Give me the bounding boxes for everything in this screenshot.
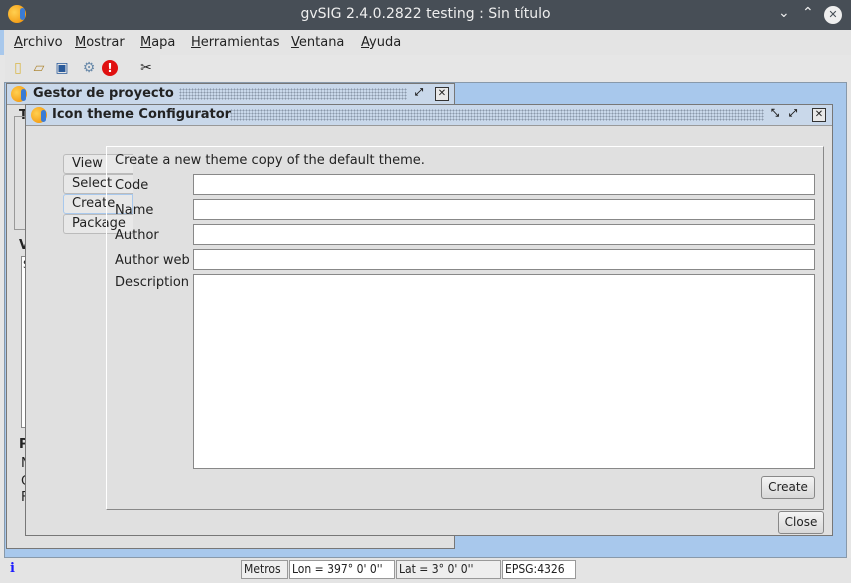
longitude-cell: Lon = 397° 0' 0'' (289, 560, 395, 579)
author-web-input[interactable] (193, 249, 815, 270)
info-icon[interactable]: i (10, 561, 15, 576)
icon-config-titlebar[interactable]: Icon theme Configurator ⤡ ⤢ ✕ (26, 105, 832, 126)
desktop-area: Gestor de proyecto ⤢ ✕ T V S P N C F Ico… (4, 82, 847, 558)
title-bar: gvSIG 2.4.0.2822 testing : Sin título ⌄ … (0, 0, 851, 30)
tools-icon[interactable]: ✂ (135, 57, 157, 79)
panel-heading: Create a new theme copy of the default t… (115, 153, 425, 168)
menu-mapa[interactable]: Mapa (140, 35, 175, 50)
menu-herramientas[interactable]: Herramientas (191, 35, 280, 50)
author-input[interactable] (193, 224, 815, 245)
maximize-icon[interactable]: ⤢ (786, 108, 800, 122)
toolbar: ▯ ▱ ▣ ⚙ ! ✂ (5, 55, 160, 82)
save-project-icon[interactable]: ▣ (51, 57, 73, 79)
close-button[interactable]: Close (778, 511, 824, 534)
menu-ventana[interactable]: Ventana (291, 35, 344, 50)
maximize-icon[interactable]: ⤢ (412, 87, 426, 101)
latitude-cell: Lat = 3° 0' 0'' (396, 560, 501, 579)
window-title: Gestor de proyecto (33, 86, 174, 101)
code-input[interactable] (193, 174, 815, 195)
menu-mostrar[interactable]: Mostrar (75, 35, 125, 50)
author-label: Author (115, 228, 159, 243)
gvsig-logo-icon (11, 86, 27, 102)
preferences-icon[interactable]: ⚙ (78, 57, 100, 79)
window-title: Icon theme Configurator (52, 107, 232, 122)
minimize-button[interactable]: ⌄ (778, 5, 790, 21)
menu-archivo[interactable]: Archivo (14, 35, 63, 50)
menu-ayuda[interactable]: Ayuda (361, 35, 401, 50)
maximize-button[interactable]: ⌃ (802, 5, 814, 21)
author-web-label: Author web (115, 253, 190, 268)
create-panel: Create a new theme copy of the default t… (106, 146, 824, 510)
window-title: gvSIG 2.4.0.2822 testing : Sin título (300, 6, 551, 22)
close-icon[interactable]: ✕ (812, 108, 826, 122)
menu-bar: Archivo Mostrar Mapa Herramientas Ventan… (0, 30, 851, 55)
close-icon[interactable]: ✕ (435, 87, 449, 101)
close-window-button[interactable]: ✕ (824, 6, 842, 24)
code-label: Code (115, 178, 149, 193)
crs-cell[interactable]: EPSG:4326 (502, 560, 576, 579)
error-icon[interactable]: ! (102, 60, 118, 76)
new-project-icon[interactable]: ▯ (7, 57, 29, 79)
name-input[interactable] (193, 199, 815, 220)
restore-icon[interactable]: ⤡ (768, 108, 782, 122)
gvsig-logo-icon (31, 107, 47, 123)
description-label: Description (115, 275, 190, 290)
description-textarea[interactable] (193, 274, 815, 469)
name-label: Name (115, 203, 154, 218)
open-project-icon[interactable]: ▱ (28, 57, 50, 79)
icon-theme-configurator-window: Icon theme Configurator ⤡ ⤢ ✕ View Selec… (25, 104, 833, 536)
units-cell: Metros (241, 560, 288, 579)
status-bar: i Metros Lon = 397° 0' 0'' Lat = 3° 0' 0… (0, 558, 851, 583)
project-manager-titlebar[interactable]: Gestor de proyecto ⤢ ✕ (7, 84, 454, 105)
create-button[interactable]: Create (761, 476, 815, 499)
